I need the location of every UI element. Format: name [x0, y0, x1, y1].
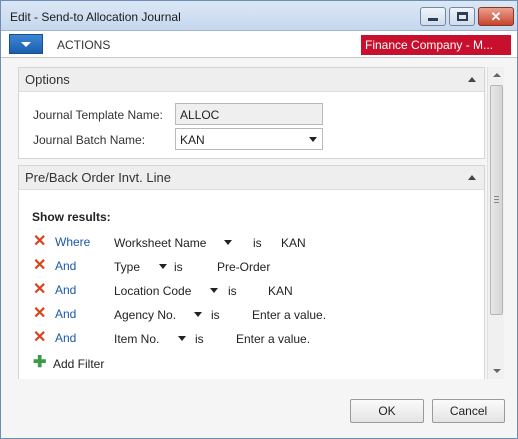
filter-row: ✕ And Agency No. is Enter a value.	[33, 306, 473, 324]
actions-tab[interactable]: ACTIONS	[57, 38, 110, 52]
application-menu-button[interactable]	[9, 34, 43, 54]
show-results-label: Show results:	[32, 210, 111, 224]
remove-filter-icon[interactable]: ✕	[33, 258, 47, 274]
add-filter-label: Add Filter	[53, 357, 105, 371]
filter-connector: And	[55, 259, 77, 273]
filter-value[interactable]: Enter a value.	[252, 308, 326, 322]
filter-connector: Where	[55, 235, 91, 249]
filter-field[interactable]: Type	[114, 260, 140, 274]
vertical-scrollbar[interactable]	[487, 67, 504, 379]
window-title: Edit - Send-to Allocation Journal	[10, 10, 181, 24]
filter-operator: is	[174, 260, 183, 274]
field-dropdown-icon[interactable]	[210, 288, 218, 293]
content-area: Options Journal Template Name: ALLOC Jou…	[18, 67, 485, 379]
options-header[interactable]: Options	[19, 68, 484, 92]
dropdown-arrow-icon[interactable]	[309, 137, 317, 142]
actions-bar: ACTIONS Finance Company - M...	[1, 31, 517, 58]
filter-connector: And	[55, 283, 77, 297]
filter-field[interactable]: Agency No.	[114, 308, 176, 322]
filter-header[interactable]: Pre/Back Order Invt. Line	[19, 166, 484, 190]
ok-button[interactable]: OK	[350, 399, 424, 423]
minimize-button[interactable]	[420, 7, 446, 26]
filter-value[interactable]: Enter a value.	[236, 332, 310, 346]
filter-connector: And	[55, 307, 77, 321]
filter-row: ✕ Where Worksheet Name is KAN	[33, 234, 473, 252]
company-badge: Finance Company - M...	[361, 35, 511, 55]
filter-operator: is	[253, 236, 262, 250]
journal-batch-label: Journal Batch Name:	[33, 133, 146, 147]
journal-batch-select[interactable]: KAN	[175, 128, 323, 150]
remove-filter-icon[interactable]: ✕	[33, 282, 47, 298]
options-title: Options	[25, 72, 70, 87]
minimize-icon	[428, 18, 438, 21]
filter-row: ✕ And Type is Pre-Order	[33, 258, 473, 276]
filter-operator: is	[228, 284, 237, 298]
filter-field[interactable]: Worksheet Name	[114, 236, 206, 250]
maximize-button[interactable]	[449, 7, 475, 26]
collapse-icon[interactable]	[468, 175, 476, 180]
filter-operator: is	[195, 332, 204, 346]
close-button[interactable]: ✕	[478, 7, 514, 26]
remove-filter-icon[interactable]: ✕	[33, 330, 47, 346]
field-dropdown-icon[interactable]	[194, 312, 202, 317]
field-dropdown-icon[interactable]	[224, 240, 232, 245]
filter-value[interactable]: Pre-Order	[217, 260, 270, 274]
options-section: Options Journal Template Name: ALLOC Jou…	[18, 67, 485, 159]
filter-field[interactable]: Item No.	[114, 332, 159, 346]
dialog-window: Edit - Send-to Allocation Journal ✕ ACTI…	[0, 0, 518, 439]
filter-connector: And	[55, 331, 77, 345]
filter-section: Pre/Back Order Invt. Line Show results: …	[18, 165, 485, 379]
maximize-icon	[456, 12, 468, 21]
plus-icon: ✚	[33, 354, 47, 371]
filter-value[interactable]: KAN	[268, 284, 293, 298]
close-icon: ✕	[490, 9, 502, 24]
field-dropdown-icon[interactable]	[178, 336, 186, 341]
title-bar: Edit - Send-to Allocation Journal ✕	[1, 1, 517, 31]
scroll-down-icon[interactable]	[493, 369, 501, 373]
filter-field[interactable]: Location Code	[114, 284, 191, 298]
cancel-button[interactable]: Cancel	[432, 399, 505, 423]
journal-template-label: Journal Template Name:	[33, 108, 163, 122]
scroll-thumb[interactable]	[490, 85, 503, 315]
journal-batch-value: KAN	[180, 133, 205, 147]
remove-filter-icon[interactable]: ✕	[33, 234, 47, 250]
filter-title: Pre/Back Order Invt. Line	[25, 170, 171, 185]
scroll-up-icon[interactable]	[493, 73, 501, 77]
filter-operator: is	[211, 308, 220, 322]
field-dropdown-icon[interactable]	[159, 264, 167, 269]
grip-icon	[494, 196, 499, 203]
remove-filter-icon[interactable]: ✕	[33, 306, 47, 322]
collapse-icon[interactable]	[468, 77, 476, 82]
filter-row: ✕ And Item No. is Enter a value.	[33, 330, 473, 348]
filter-row: ✕ And Location Code is KAN	[33, 282, 473, 300]
chevron-down-icon	[21, 41, 31, 47]
filter-value[interactable]: KAN	[281, 236, 306, 250]
journal-template-field[interactable]: ALLOC	[175, 103, 323, 125]
